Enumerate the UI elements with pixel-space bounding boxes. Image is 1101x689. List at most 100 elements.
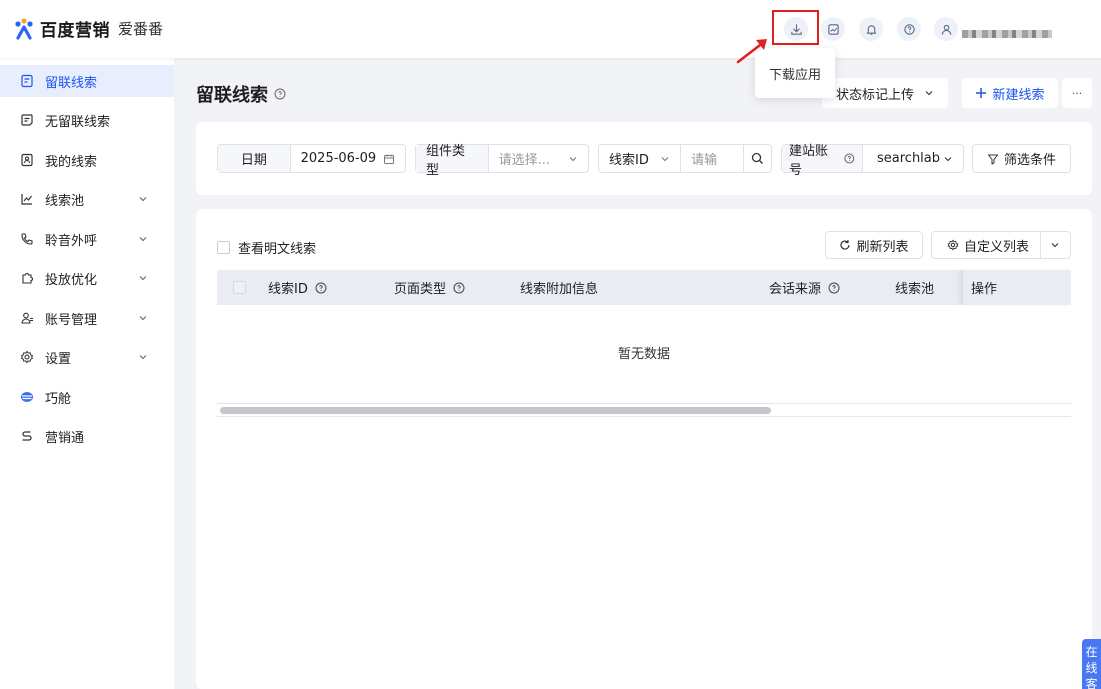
help-icon[interactable] [315,282,327,294]
baidu-logo-icon [12,17,36,41]
component-type-label: 组件类型 [416,144,489,178]
page-title-text: 留联线索 [196,85,268,106]
button-divider [1040,232,1041,258]
table-header: 线索ID 页面类型 线索附加信息 会话来源 线索池 操作 [217,270,1071,305]
date-filter[interactable]: 日期 2025-06-09 [217,144,406,173]
column-label: 线索ID [268,282,308,297]
report-icon[interactable] [821,17,845,41]
account-icon [20,311,34,325]
chevron-down-icon [139,276,147,281]
chevron-down-icon [925,91,933,96]
chevron-down-icon [139,197,147,202]
more-icon: ··· [1071,86,1083,100]
chart-icon [20,192,34,206]
chevron-down-icon[interactable] [1050,240,1060,250]
lead-id-placeholder: 请输 [691,153,718,168]
tooltip-text: 下载应用 [768,67,821,83]
refresh-list-label: 刷新列表 [856,239,909,255]
help-icon[interactable] [453,282,465,294]
sidebar-item-lead-pool[interactable]: 线索池 [0,183,174,215]
sidebar-item-my-leads[interactable]: 我的线索 [0,144,174,176]
sidebar-item-settings[interactable]: 设置 [0,341,174,373]
filter-icon [987,154,998,164]
sidebar-item-qiaocang[interactable]: 巧舱 [0,381,174,413]
sidebar-item-label: 账号管理 [45,312,98,328]
new-lead-button[interactable]: 新建线索 [962,78,1058,108]
column-label: 操作 [971,282,998,297]
puzzle-icon [20,271,34,285]
custom-list-button[interactable]: 自定义列表 [931,231,1071,259]
sidebar-item-marketing-link[interactable]: 营销通 [0,420,174,452]
product-name: 爱番番 [118,20,164,38]
help-icon[interactable] [897,17,921,41]
sidebar-item-outbound-call[interactable]: 聆音外呼 [0,223,174,255]
lead-id-dropdown[interactable]: 线索ID [599,145,682,172]
column-header-extra-info: 线索附加信息 [520,270,598,305]
help-icon[interactable] [274,88,286,100]
refresh-list-button[interactable]: 刷新列表 [825,231,923,259]
sidebar-item-ad-optimization[interactable]: 投放优化 [0,262,174,294]
download-highlight-box [772,10,819,45]
scrollbar-thumb[interactable] [220,407,771,414]
chevron-down-icon [139,237,147,242]
status-upload-label: 状态标记上传 [835,87,914,103]
select-all-checkbox-cell[interactable] [233,270,246,305]
bell-icon[interactable] [859,17,883,41]
sidebar-item-account-management[interactable]: 账号管理 [0,302,174,334]
horizontal-scrollbar[interactable] [217,403,1071,417]
column-header-session-source: 会话来源 [769,270,840,305]
component-type-filter[interactable]: 组件类型 请选择... [415,144,589,178]
top-header: 百度营销 爱番番 ■■■■■■ [0,0,1101,58]
more-actions-button[interactable]: ··· [1062,78,1092,108]
sidebar-item-label: 无留联线索 [45,114,111,130]
sidebar-item-no-contact-leads[interactable]: 无留联线索 [0,104,174,136]
site-account-filter[interactable]: 建站账号 searchlab [781,144,964,178]
site-account-value: searchlab [877,151,941,166]
search-icon [752,152,764,164]
sidebar-item-label: 营销通 [45,430,85,446]
column-label: 线索池 [895,282,935,297]
calendar-icon [384,154,394,164]
gear-icon [947,239,959,251]
status-upload-button[interactable]: 状态标记上传 [822,78,948,108]
empty-state-text: 暂无数据 [617,347,670,362]
chevron-down-icon [139,316,147,321]
phone-icon [20,232,34,246]
online-service-tab[interactable]: 在线客 [1082,639,1101,689]
chevron-down-icon [569,156,577,161]
qiaocang-icon [20,390,34,404]
sidebar-item-label: 线索池 [45,193,85,209]
lead-id-filter[interactable]: 线索ID 请输 [598,144,772,173]
refresh-icon [840,240,851,250]
search-button[interactable] [743,145,771,172]
column-header-lead-id: 线索ID [268,270,327,305]
lead-table-panel: 查看明文线索 刷新列表 自定义列表 线索ID 页面类型 线索附加信息 会话来源 [196,209,1092,689]
date-value: 2025-06-09 [300,151,377,166]
column-header-actions: 操作 [962,270,1071,305]
help-icon[interactable] [828,282,840,294]
sidebar-item-lead-contacts[interactable]: 留联线索 [0,65,174,97]
sidebar-nav: 留联线索 无留联线索 我的线索 线索池 聆音外呼 投放优化 账号管理 设置 巧舱 [0,58,174,689]
link-icon [20,429,34,443]
sidebar-item-label: 留联线索 [45,75,98,91]
lead-id-label: 线索ID [609,153,649,168]
filter-conditions-button[interactable]: 筛选条件 [972,144,1071,173]
sidebar-item-label: 设置 [45,351,72,367]
select-all-checkbox[interactable] [233,281,246,294]
custom-list-label: 自定义列表 [964,239,1030,255]
show-plain-toggle[interactable]: 查看明文线索 [217,238,316,257]
sidebar-item-label: 我的线索 [45,154,98,170]
lead-id-input[interactable]: 请输 [681,145,743,172]
user-avatar-icon[interactable] [934,17,958,41]
show-plain-checkbox[interactable] [217,241,230,254]
show-plain-label: 查看明文线索 [238,242,317,257]
chevron-down-icon [139,355,147,360]
component-type-placeholder: 请选择... [498,153,551,168]
sidebar-item-label: 投放优化 [45,272,98,288]
column-label: 会话来源 [769,282,822,297]
chevron-down-icon [661,156,669,161]
help-icon[interactable] [844,153,855,164]
column-header-page-type: 页面类型 [394,270,465,305]
annotation-arrow-icon [736,39,767,64]
brand-logo[interactable]: 百度营销 爱番番 [12,16,163,41]
